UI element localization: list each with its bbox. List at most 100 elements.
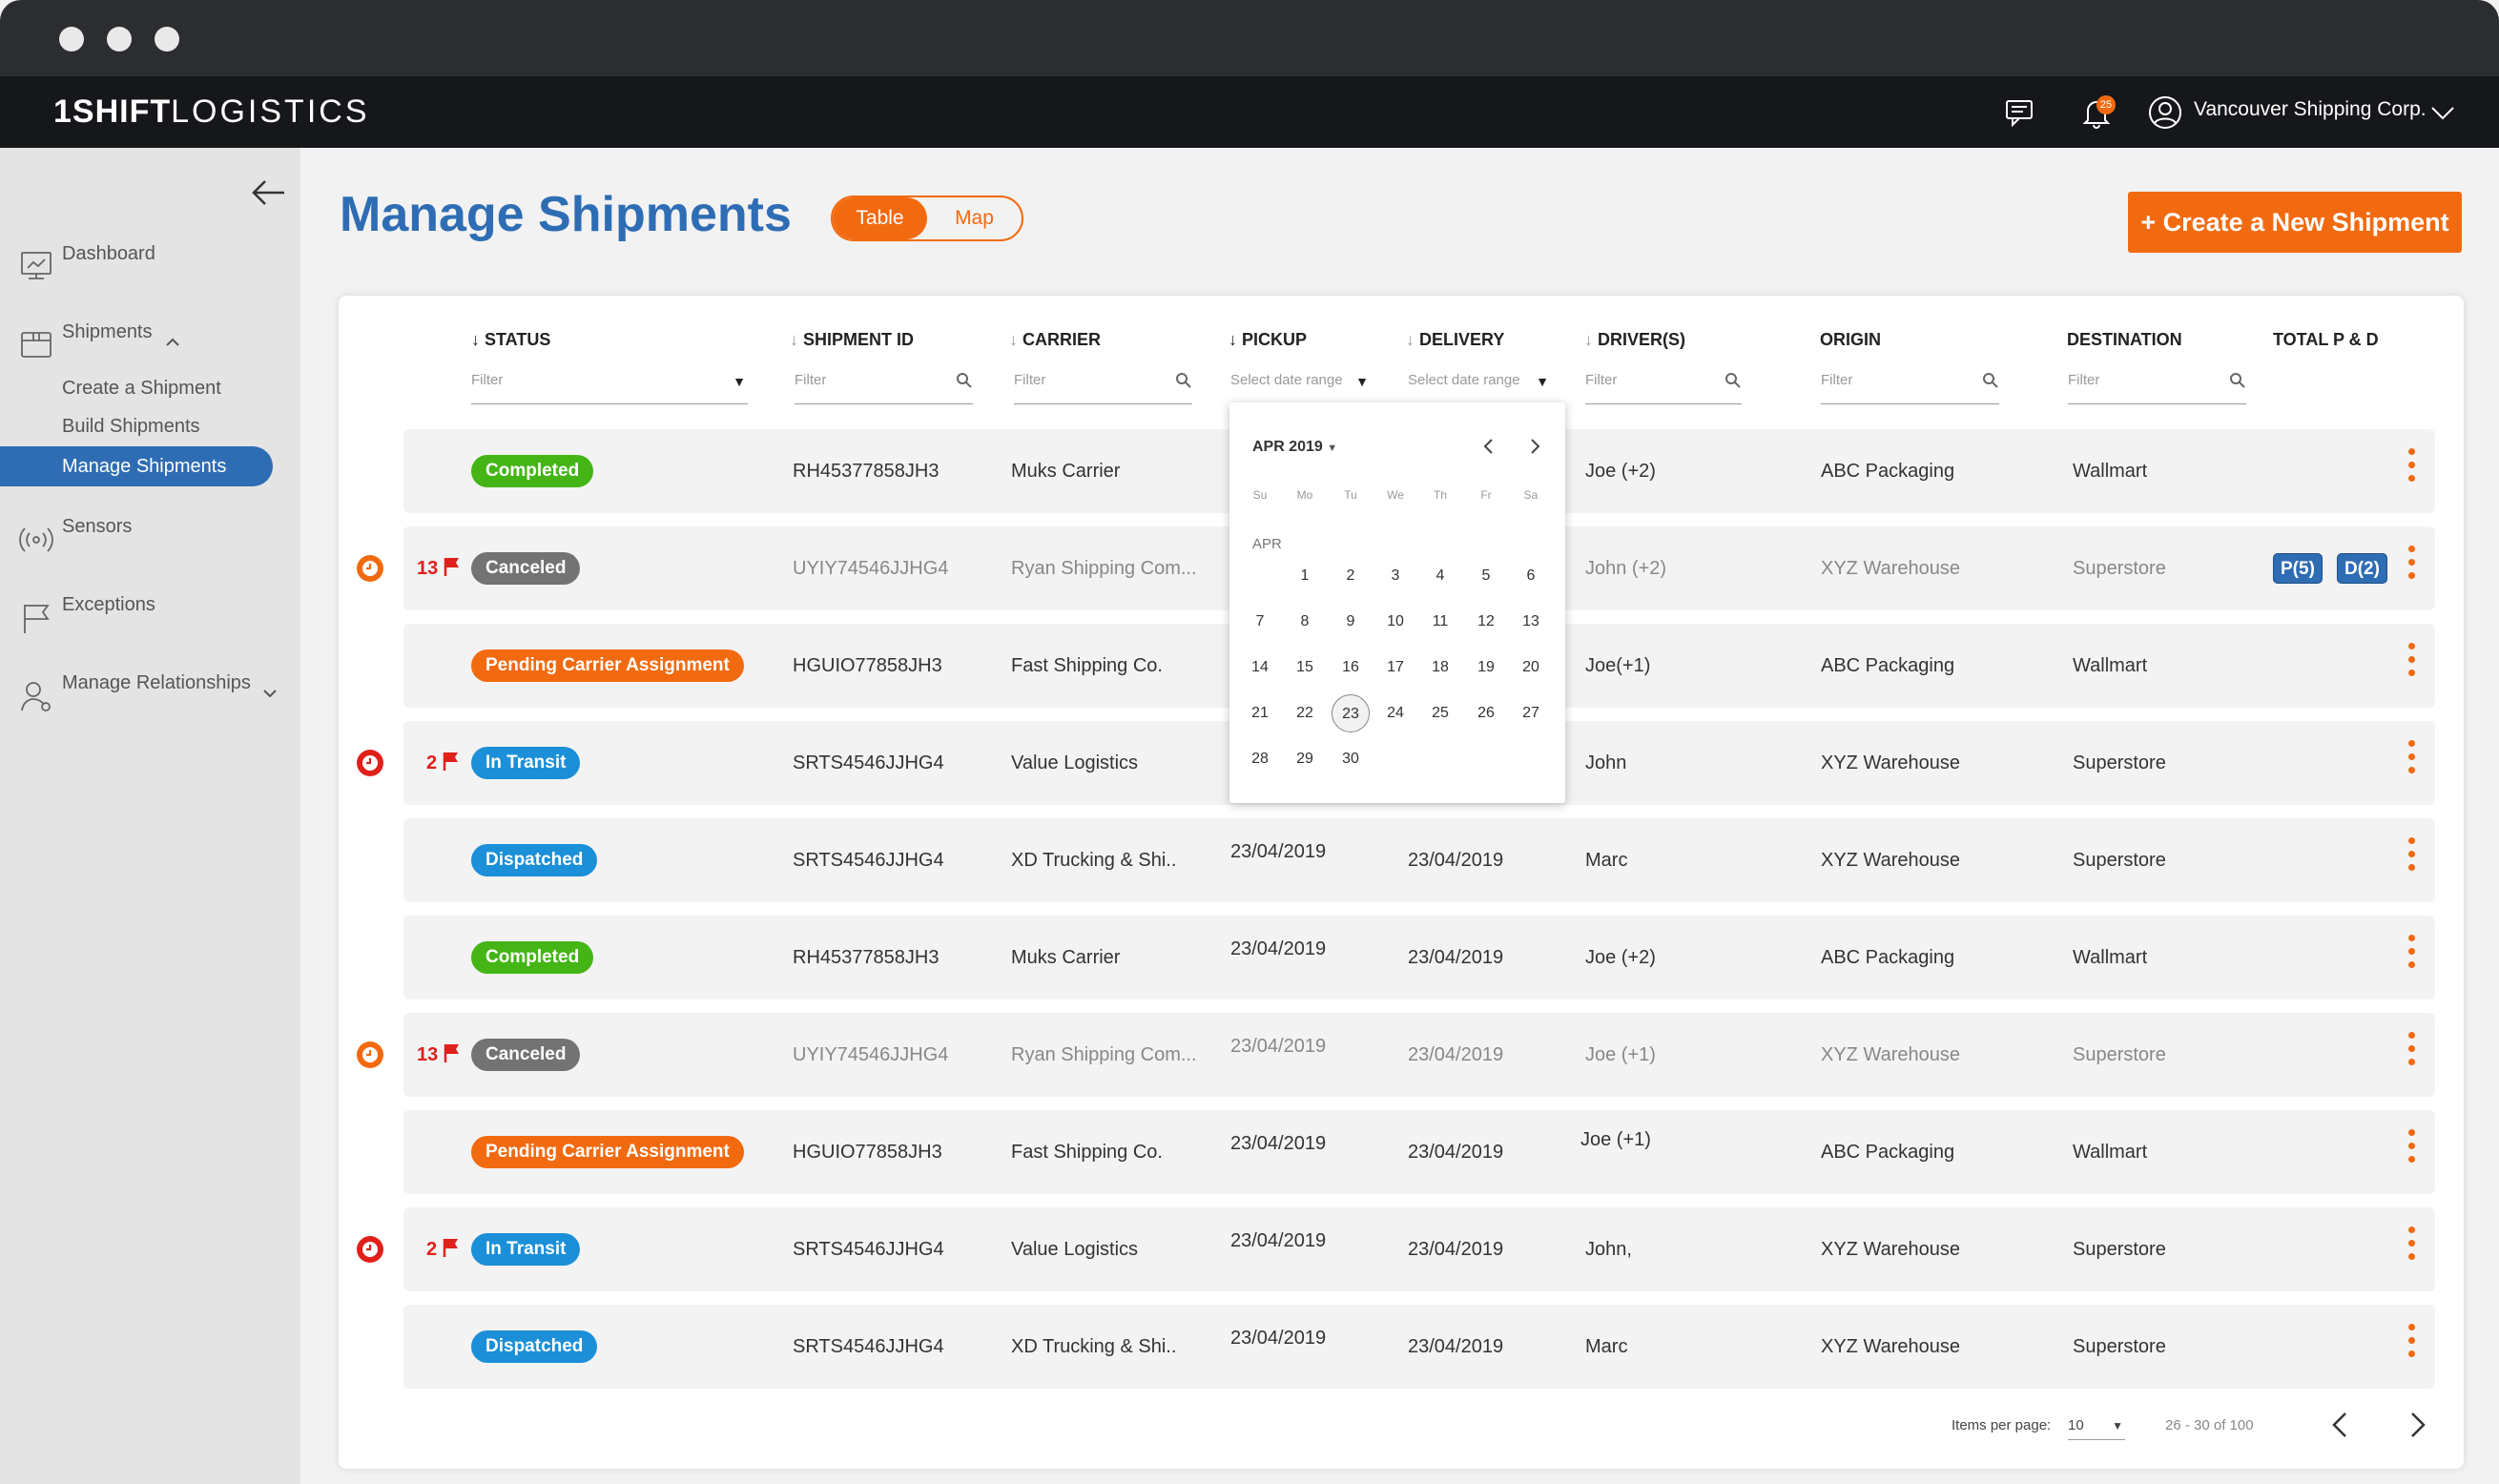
calendar-day[interactable]: 19	[1467, 649, 1505, 687]
calendar-day-selected[interactable]: 23	[1332, 694, 1370, 732]
window-maximize-dot[interactable]	[155, 27, 179, 52]
col-header-total-pd[interactable]: TOTAL P & D	[2273, 330, 2379, 350]
exception-flag-count[interactable]: 2	[426, 1238, 460, 1261]
calendar-day[interactable]: 13	[1512, 603, 1550, 641]
driver-names[interactable]: Joe (+1)	[1585, 1044, 1656, 1066]
alert-clock-icon[interactable]	[357, 1041, 383, 1068]
window-minimize-dot[interactable]	[107, 27, 132, 52]
driver-names[interactable]: John	[1585, 752, 1626, 774]
pickup-count-badge[interactable]: P(5)	[2273, 553, 2323, 584]
calendar-day[interactable]: 20	[1512, 649, 1550, 687]
calendar-next-month-icon[interactable]	[1525, 437, 1544, 461]
shipment-id[interactable]: SRTS4546JJHG4	[793, 1336, 944, 1358]
carrier-filter-input[interactable]: Filter	[1014, 366, 1192, 404]
calendar-day[interactable]: 12	[1467, 603, 1505, 641]
shipment-id[interactable]: HGUIO77858JH3	[793, 1142, 942, 1164]
origin-filter-input[interactable]: Filter	[1821, 366, 1999, 404]
col-header-pickup[interactable]: ↓ PICKUP	[1229, 330, 1307, 350]
driver-names[interactable]: Joe (+1)	[1580, 1129, 1651, 1151]
row-actions-kebab-icon[interactable]	[2408, 935, 2416, 975]
col-header-carrier[interactable]: ↓ CARRIER	[1009, 330, 1101, 350]
col-header-delivery[interactable]: ↓ DELIVERY	[1406, 330, 1504, 350]
calendar-prev-month-icon[interactable]	[1479, 437, 1498, 461]
row-actions-kebab-icon[interactable]	[2408, 740, 2416, 780]
calendar-day[interactable]: 3	[1376, 557, 1415, 595]
col-header-shipment-id[interactable]: ↓ SHIPMENT ID	[790, 330, 914, 350]
prev-page-chevron-left-icon[interactable]	[2327, 1410, 2354, 1445]
calendar-day[interactable]: 30	[1332, 740, 1370, 778]
account-name[interactable]: Vancouver Shipping Corp.	[2194, 98, 2427, 121]
row-actions-kebab-icon[interactable]	[2408, 448, 2416, 488]
driver-names[interactable]: Marc	[1585, 850, 1627, 872]
calendar-day[interactable]: 4	[1421, 557, 1459, 595]
calendar-day[interactable]: 16	[1332, 649, 1370, 687]
next-page-chevron-right-icon[interactable]	[2404, 1410, 2430, 1445]
driver-names[interactable]: Marc	[1585, 1336, 1627, 1358]
driver-names[interactable]: Joe (+2)	[1585, 461, 1656, 483]
pickup-date-range-select[interactable]: Select date range ▼	[1230, 366, 1371, 404]
toggle-table-button[interactable]: Table	[833, 197, 927, 239]
calendar-day[interactable]: 24	[1376, 694, 1415, 732]
col-header-destination[interactable]: DESTINATION	[2067, 330, 2182, 350]
driver-names[interactable]: Joe (+2)	[1585, 947, 1656, 969]
chevron-down-icon[interactable]	[261, 685, 279, 708]
exception-flag-count[interactable]: 13	[417, 557, 461, 580]
create-shipment-button[interactable]: + Create a New Shipment	[2128, 192, 2462, 253]
status-filter-select[interactable]: Filter ▼	[471, 366, 748, 404]
calendar-month-select[interactable]: APR 2019 ▼	[1252, 439, 1337, 456]
items-per-page-select[interactable]: 10 ▼	[2068, 1412, 2125, 1440]
row-actions-kebab-icon[interactable]	[2408, 546, 2416, 586]
calendar-day[interactable]: 27	[1512, 694, 1550, 732]
app-logo[interactable]: 1SHIFTLOGISTICS	[53, 93, 370, 131]
sidebar-subitem-create-shipment[interactable]: Create a Shipment	[62, 378, 221, 400]
alert-clock-icon[interactable]	[357, 555, 383, 582]
calendar-day[interactable]: 8	[1286, 603, 1324, 641]
delivery-date-range-select[interactable]: Select date range ▼	[1408, 366, 1551, 404]
calendar-day[interactable]: 29	[1286, 740, 1324, 778]
driver-names[interactable]: John,	[1585, 1239, 1632, 1261]
col-header-drivers[interactable]: ↓ DRIVER(S)	[1584, 330, 1685, 350]
row-actions-kebab-icon[interactable]	[2408, 1226, 2416, 1267]
shipment-id[interactable]: HGUIO77858JH3	[793, 655, 942, 677]
calendar-day[interactable]: 1	[1286, 557, 1324, 595]
calendar-day[interactable]: 22	[1286, 694, 1324, 732]
shipment-id[interactable]: SRTS4546JJHG4	[793, 850, 944, 872]
col-header-status[interactable]: ↓ STATUS	[471, 330, 550, 350]
chevron-up-icon[interactable]	[164, 334, 181, 357]
calendar-day[interactable]: 25	[1421, 694, 1459, 732]
destination-filter-input[interactable]: Filter	[2068, 366, 2246, 404]
account-chevron-down-icon[interactable]	[2427, 97, 2466, 135]
sidebar-subitem-build-shipments[interactable]: Build Shipments	[62, 416, 200, 438]
delivery-count-badge[interactable]: D(2)	[2337, 553, 2387, 584]
shipment-id-filter-input[interactable]: Filter	[795, 366, 973, 404]
row-actions-kebab-icon[interactable]	[2408, 1129, 2416, 1169]
driver-names[interactable]: John (+2)	[1585, 558, 1666, 580]
row-actions-kebab-icon[interactable]	[2408, 643, 2416, 683]
calendar-day[interactable]: 26	[1467, 694, 1505, 732]
calendar-day[interactable]: 5	[1467, 557, 1505, 595]
exception-flag-count[interactable]: 13	[417, 1043, 461, 1066]
calendar-day[interactable]: 15	[1286, 649, 1324, 687]
shipment-id[interactable]: SRTS4546JJHG4	[793, 1239, 944, 1261]
drivers-filter-input[interactable]: Filter	[1585, 366, 1742, 404]
exception-flag-count[interactable]: 2	[426, 752, 460, 774]
calendar-day[interactable]: 2	[1332, 557, 1370, 595]
calendar-day[interactable]: 11	[1421, 603, 1459, 641]
calendar-day[interactable]: 7	[1241, 603, 1279, 641]
shipment-id[interactable]: UYIY74546JJHG4	[793, 558, 948, 580]
user-avatar-icon[interactable]	[2146, 93, 2184, 132]
toggle-map-button[interactable]: Map	[927, 197, 1022, 239]
row-actions-kebab-icon[interactable]	[2408, 1324, 2416, 1364]
alert-clock-icon[interactable]	[357, 1236, 383, 1263]
collapse-sidebar-arrow-icon[interactable]	[250, 174, 288, 216]
calendar-day[interactable]: 10	[1376, 603, 1415, 641]
row-actions-kebab-icon[interactable]	[2408, 837, 2416, 877]
shipment-id[interactable]: UYIY74546JJHG4	[793, 1044, 948, 1066]
calendar-day[interactable]: 6	[1512, 557, 1550, 595]
calendar-day[interactable]: 9	[1332, 603, 1370, 641]
calendar-day[interactable]: 28	[1241, 740, 1279, 778]
col-header-origin[interactable]: ORIGIN	[1820, 330, 1881, 350]
alert-clock-icon[interactable]	[357, 750, 383, 776]
calendar-day[interactable]: 17	[1376, 649, 1415, 687]
window-close-dot[interactable]	[59, 27, 84, 52]
